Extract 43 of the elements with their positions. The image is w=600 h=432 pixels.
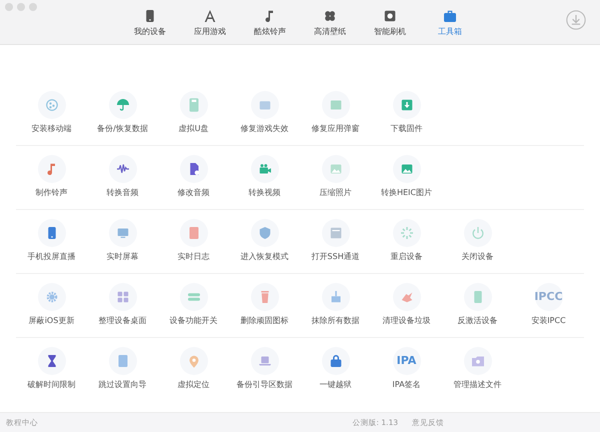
download-icon[interactable] (566, 10, 586, 30)
tool-button[interactable]: 下载固件 (371, 82, 442, 145)
tool-button[interactable]: 安装移动端 (16, 82, 87, 145)
tool-button[interactable]: 一键越狱 (300, 338, 371, 401)
tool-button[interactable]: 压缩照片 (300, 146, 371, 209)
tool-button[interactable]: 实时屏幕 (87, 210, 158, 273)
tool-button[interactable]: 反激活设备 (442, 274, 513, 337)
tool-button[interactable]: 实时日志 (158, 210, 229, 273)
tool-button[interactable]: 修复游戏失效 (229, 82, 300, 145)
tool-button[interactable]: 设备功能开关 (158, 274, 229, 337)
tool-button[interactable]: 转换视频 (229, 146, 300, 209)
tool-button[interactable]: 修改音频 (158, 146, 229, 209)
tool-button[interactable]: 抹除所有数据 (300, 274, 371, 337)
tool-button[interactable]: 手机投屏直播 (16, 210, 87, 273)
tool-button[interactable]: 清理设备垃圾 (371, 274, 442, 337)
tool-button[interactable]: IPA IPA签名 (371, 338, 442, 401)
icon-label: IPA (396, 355, 416, 367)
nav-tab[interactable]: 工具箱 (420, 7, 480, 37)
tool-button[interactable]: 屏蔽iOS更新 (16, 274, 87, 337)
tool-button[interactable]: 进入恢复模式 (229, 210, 300, 273)
tool-button[interactable]: 重启设备 (371, 210, 442, 273)
icon-label: IPCC (534, 291, 563, 303)
tool-button[interactable]: 破解时间限制 (16, 338, 87, 401)
tool-button[interactable]: 管理描述文件 (442, 338, 513, 401)
tool-button[interactable]: 虚拟U盘 (158, 82, 229, 145)
nav-tab[interactable]: 我的设备 (120, 7, 180, 37)
tool-button[interactable]: 转换音频 (87, 146, 158, 209)
nav-tab[interactable]: 应用游戏 (180, 7, 240, 37)
tool-button[interactable]: 修复应用弹窗 (300, 82, 371, 145)
nav-tab[interactable]: 智能刷机 (360, 7, 420, 37)
tool-button[interactable]: IPCC 安装IPCC (513, 274, 584, 337)
tool-button[interactable]: 打开SSH通道 (300, 210, 371, 273)
nav-tab[interactable]: 酷炫铃声 (240, 7, 300, 37)
tool-button[interactable]: 虚拟定位 (158, 338, 229, 401)
tool-button[interactable]: 删除顽固图标 (229, 274, 300, 337)
tool-button[interactable]: 制作铃声 (16, 146, 87, 209)
tool-button[interactable]: 备份/恢复数据 (87, 82, 158, 145)
tool-button[interactable]: 关闭设备 (442, 210, 513, 273)
tool-button[interactable]: 转换HEIC图片 (371, 146, 442, 209)
tool-button[interactable]: 备份引导区数据 (229, 338, 300, 401)
tool-button[interactable]: 跳过设置向导 (87, 338, 158, 401)
tool-button[interactable]: 整理设备桌面 (87, 274, 158, 337)
nav-tab[interactable]: 高清壁纸 (300, 7, 360, 37)
